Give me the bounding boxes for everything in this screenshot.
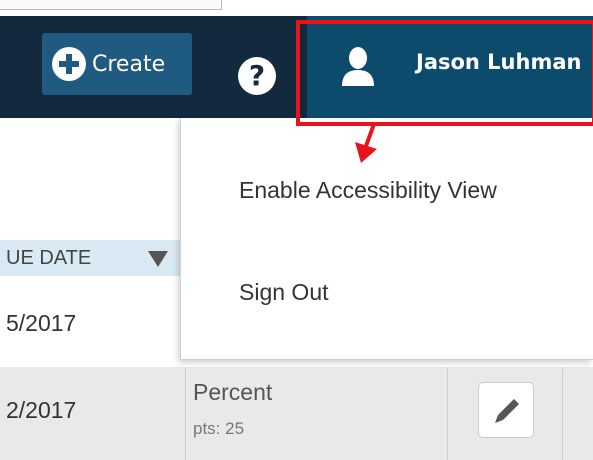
- cell-divider: [185, 367, 186, 460]
- pencil-icon: [495, 399, 519, 423]
- cell-divider: [447, 367, 448, 460]
- plus-circle-icon: [52, 47, 86, 81]
- row-2-due-date: 2/2017: [6, 397, 77, 423]
- row-1-due-date: 5/2017: [6, 310, 77, 336]
- top-search-field-edge[interactable]: [0, 0, 222, 10]
- screenshot-root: UE DATE 5/2017 2/2017 Percent pts: 25 Cr…: [0, 0, 593, 460]
- question-circle-icon[interactable]: ?: [238, 57, 276, 95]
- row-2-points: pts: 25: [193, 419, 245, 438]
- user-name-label: Jason Luhman: [416, 50, 582, 74]
- cell-divider: [562, 367, 563, 460]
- top-navbar: Create ? Jason Luhman: [0, 16, 593, 118]
- create-button[interactable]: Create: [42, 33, 192, 95]
- sort-down-triangle-icon[interactable]: [148, 251, 168, 267]
- user-menu-button[interactable]: Jason Luhman: [307, 16, 593, 118]
- due-date-header-label: UE DATE: [6, 247, 92, 269]
- top-strip: [0, 0, 593, 16]
- user-silhouette-icon: [342, 47, 374, 86]
- annotation-arrow-icon: [355, 123, 377, 163]
- enable-accessibility-view-item[interactable]: Enable Accessibility View: [239, 177, 497, 204]
- edit-button[interactable]: [478, 382, 534, 438]
- user-dropdown-menu: Enable Accessibility View Sign Out: [180, 118, 593, 360]
- sign-out-item[interactable]: Sign Out: [239, 279, 329, 306]
- create-button-label: Create: [92, 51, 166, 77]
- row-2-grading-type: Percent: [193, 379, 273, 405]
